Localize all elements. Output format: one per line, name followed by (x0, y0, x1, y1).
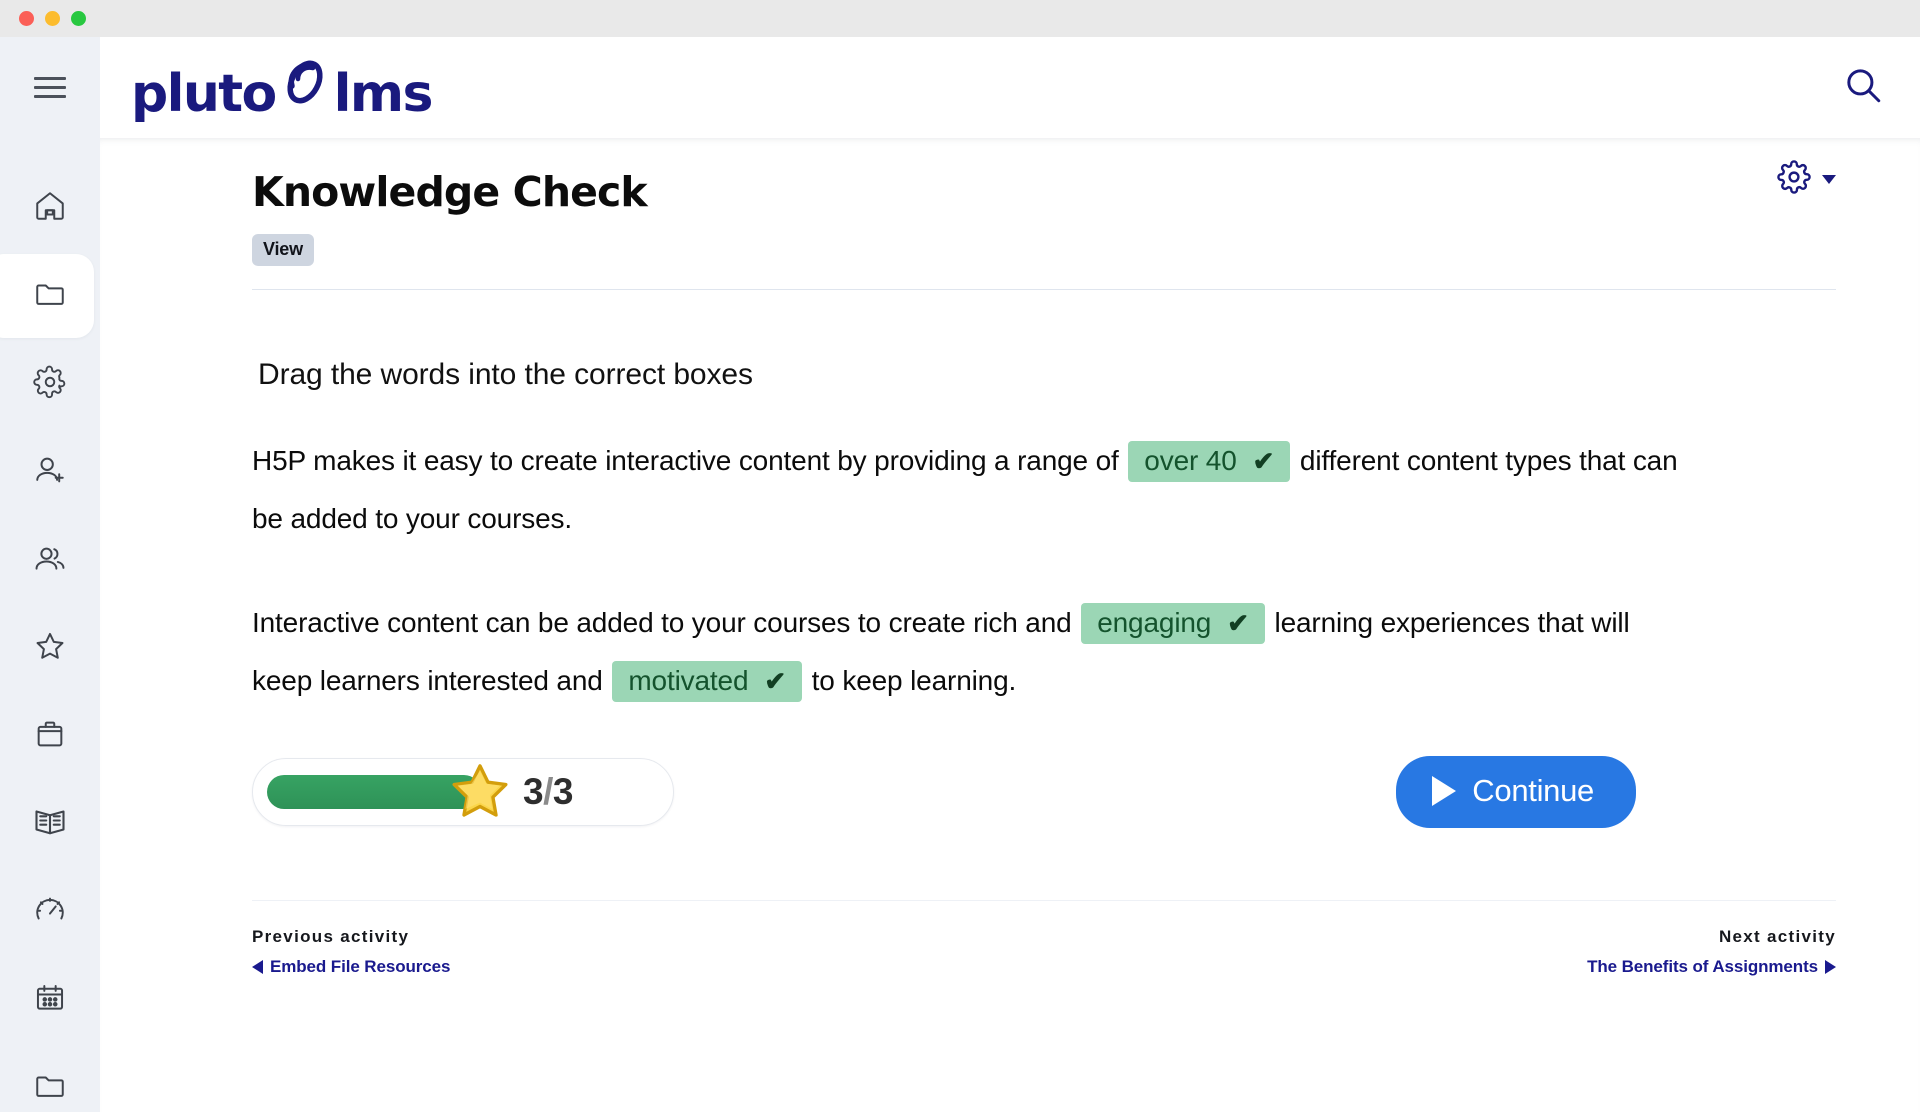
next-activity-label: The Benefits of Assignments (1587, 957, 1818, 977)
pluto-swirl-icon (277, 55, 333, 116)
page-header: Knowledge Check View (100, 138, 1884, 267)
sidebar-item-home[interactable] (0, 176, 100, 240)
window-minimize-button[interactable] (45, 11, 60, 26)
previous-activity-kicker: Previous activity (252, 927, 410, 947)
calendar-icon (33, 981, 67, 1020)
score-bar: 3/3 (252, 758, 674, 827)
sidebar-item-users[interactable] (0, 528, 100, 592)
previous-activity-label: Embed File Resources (270, 957, 451, 977)
score-total: 3 (552, 771, 574, 813)
sidebar-item-courses[interactable] (0, 254, 100, 338)
sidebar (0, 37, 100, 1112)
h5p-footer-bar: 3/3 Continue (252, 756, 1672, 829)
gear-icon (33, 365, 67, 404)
next-activity-kicker: Next activity (1718, 927, 1836, 947)
app-root: pluto lms Knowledge Check View Drag the … (0, 37, 1920, 1112)
h5p-drag-the-words: Drag the words into the correct boxes H5… (252, 290, 1682, 829)
sidebar-item-calendar[interactable] (0, 968, 100, 1032)
h5p-blank-over-40[interactable]: over 40 ✔ (1128, 441, 1291, 483)
sidebar-item-library[interactable] (0, 792, 100, 856)
activity-navigation: Previous activity Embed File Resources N… (252, 900, 1836, 977)
window-titlebar (0, 0, 1920, 37)
pluto-lms-logo[interactable]: pluto lms (131, 55, 434, 124)
previous-activity-block: Previous activity Embed File Resources (252, 927, 450, 977)
page-settings-menu[interactable] (1777, 160, 1836, 199)
h5p-paragraph-1: H5P makes it easy to create interactive … (252, 432, 1682, 548)
play-icon (1432, 776, 1457, 807)
h5p-blank-motivated[interactable]: motivated ✔ (612, 661, 803, 703)
h5p-paragraph-2: Interactive content can be added to your… (252, 594, 1682, 710)
blank-word: over 40 (1144, 445, 1237, 477)
paragraph-2-text-before: Interactive content can be added to your… (252, 607, 1072, 639)
sidebar-nav (0, 138, 100, 1112)
score-text: 3/3 (523, 771, 573, 813)
folder-icon (33, 1069, 67, 1108)
topbar: pluto lms (100, 37, 1920, 138)
sidebar-item-settings[interactable] (0, 352, 100, 416)
gear-icon (1777, 160, 1811, 199)
h5p-blank-engaging[interactable]: engaging ✔ (1081, 603, 1265, 645)
star-icon (449, 761, 511, 823)
previous-activity-link[interactable]: Embed File Resources (252, 957, 450, 977)
browser-window: pluto lms Knowledge Check View Drag the … (0, 0, 1920, 1112)
content-area: Knowledge Check View Drag the words into… (100, 138, 1920, 1112)
check-icon: ✔ (1227, 608, 1249, 639)
view-badge[interactable]: View (252, 234, 314, 267)
paragraph-2-text-after: to keep learning. (811, 665, 1017, 697)
continue-button[interactable]: Continue (1396, 756, 1636, 829)
folder-icon (33, 277, 67, 316)
home-icon (33, 189, 67, 228)
check-icon: ✔ (1252, 446, 1275, 477)
sidebar-item-jobs[interactable] (0, 704, 100, 768)
score-current: 3 (523, 771, 544, 813)
sidebar-item-files[interactable] (0, 1056, 100, 1112)
user-add-icon (33, 453, 67, 492)
users-icon (33, 541, 67, 580)
h5p-instructions: Drag the words into the correct boxes (258, 358, 753, 392)
blank-word: engaging (1097, 607, 1212, 639)
arrow-right-icon (1825, 960, 1836, 975)
blank-word: motivated (628, 665, 749, 697)
sidebar-item-favorites[interactable] (0, 616, 100, 680)
window-zoom-button[interactable] (71, 11, 86, 26)
paragraph-1-text-before: H5P makes it easy to create interactive … (252, 445, 1119, 477)
score-separator: / (543, 771, 553, 813)
book-open-icon (32, 804, 68, 845)
hamburger-menu-button[interactable] (0, 37, 100, 138)
arrow-left-icon (252, 960, 263, 975)
star-icon (33, 629, 67, 668)
page-title: Knowledge Check (252, 168, 648, 216)
gauge-icon (33, 893, 67, 932)
briefcase-icon (33, 717, 67, 756)
check-icon: ✔ (764, 666, 787, 697)
logo-text-right: lms (333, 64, 434, 124)
logo-text-left: pluto (131, 64, 277, 124)
hamburger-icon (34, 71, 66, 104)
search-icon (1842, 69, 1884, 110)
next-activity-block: Next activity The Benefits of Assignment… (1587, 927, 1836, 977)
main-area: pluto lms Knowledge Check View Drag the … (100, 37, 1920, 1112)
chevron-down-icon (1822, 175, 1836, 184)
sidebar-item-reports[interactable] (0, 880, 100, 944)
window-close-button[interactable] (19, 11, 34, 26)
search-button[interactable] (1842, 64, 1884, 111)
next-activity-link[interactable]: The Benefits of Assignments (1587, 957, 1836, 977)
sidebar-item-add-user[interactable] (0, 440, 100, 504)
continue-label: Continue (1472, 773, 1594, 809)
